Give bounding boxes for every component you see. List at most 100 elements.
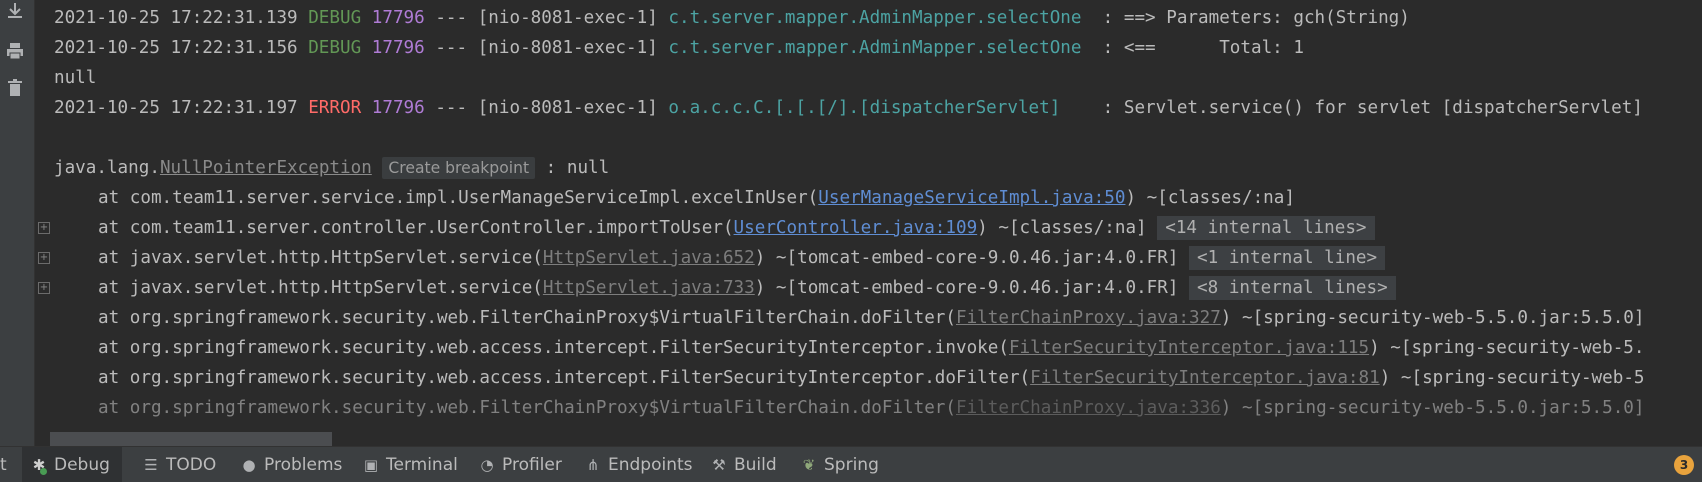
console-output[interactable]: 2021-10-25 17:22:31.139 DEBUG 17796 --- … bbox=[34, 0, 1702, 446]
terminal-icon: ▣ bbox=[363, 455, 379, 474]
source-link[interactable]: UserController.java:109 bbox=[734, 218, 978, 238]
tab-profiler[interactable]: ◔ Profiler bbox=[470, 447, 570, 482]
log-logger: c.t.server.mapper.AdminMapper.selectOne bbox=[668, 8, 1082, 28]
stack-frame: + at javax.servlet.http.HttpServlet.servi… bbox=[34, 272, 1702, 304]
tab-build[interactable]: ⚒ Build bbox=[702, 447, 785, 482]
log-pid: 17796 bbox=[371, 98, 425, 118]
profiler-icon: ◔ bbox=[480, 455, 494, 474]
tab-label: Build bbox=[734, 454, 777, 475]
source-link[interactable]: FilterSecurityInterceptor.java:81 bbox=[1030, 368, 1380, 388]
log-message: : Servlet.service() for servlet [dispatc… bbox=[1060, 98, 1643, 118]
log-thread: [nio-8081-exec-1] bbox=[477, 98, 658, 118]
source-link[interactable]: FilterSecurityInterceptor.java:115 bbox=[1009, 338, 1369, 358]
stack-frame-method: at javax.servlet.http.HttpServlet.servic… bbox=[98, 278, 543, 298]
log-level: DEBUG bbox=[308, 8, 362, 28]
log-plain-text: null bbox=[54, 68, 97, 88]
stack-frame-method: at javax.servlet.http.HttpServlet.servic… bbox=[98, 248, 543, 268]
log-line: 2021-10-25 17:22:31.156 DEBUG 17796 --- … bbox=[34, 32, 1702, 64]
tab-endpoints[interactable]: ⋔ Endpoints bbox=[576, 447, 701, 482]
source-link[interactable]: HttpServlet.java:733 bbox=[543, 278, 755, 298]
print-icon[interactable] bbox=[2, 38, 28, 64]
source-link[interactable]: FilterChainProxy.java:336 bbox=[956, 398, 1221, 418]
trash-icon[interactable] bbox=[2, 75, 28, 101]
stack-frame-jar: ) ~[spring-security-web-5. bbox=[1369, 338, 1645, 358]
tab-spring[interactable]: ❦ Spring bbox=[792, 447, 887, 482]
tab-label: Problems bbox=[264, 454, 343, 475]
log-pid: 17796 bbox=[371, 38, 425, 58]
tab-problems[interactable]: ● Problems bbox=[232, 447, 350, 482]
log-message: : ==> Parameters: gch(String) bbox=[1081, 8, 1410, 28]
stack-frame-jar: ) ~[spring-security-web-5 bbox=[1379, 368, 1645, 388]
tab-label: Endpoints bbox=[608, 454, 693, 475]
tab-label: TODO bbox=[166, 454, 217, 475]
leaf-icon: ❦ bbox=[802, 455, 816, 474]
tab-todo[interactable]: ☰ TODO bbox=[134, 447, 224, 482]
download-icon[interactable] bbox=[2, 0, 28, 24]
stack-frame: at com.team11.server.service.impl.UserMa… bbox=[34, 182, 1702, 214]
warning-icon: ● bbox=[242, 455, 256, 474]
log-thread: [nio-8081-exec-1] bbox=[477, 38, 658, 58]
log-logger: o.a.c.c.C.[.[.[/].[dispatcherServlet] bbox=[668, 98, 1061, 118]
log-timestamp: 2021-10-25 17:22:31.156 bbox=[54, 38, 298, 58]
list-icon: ☰ bbox=[144, 455, 158, 474]
stack-frame: at org.springframework.security.web.acce… bbox=[34, 332, 1702, 364]
tab-label: Debug bbox=[54, 454, 110, 475]
tab-truncated-label: t bbox=[0, 454, 7, 475]
log-level: DEBUG bbox=[308, 38, 362, 58]
log-thread: [nio-8081-exec-1] bbox=[477, 8, 658, 28]
create-breakpoint-button[interactable]: Create breakpoint bbox=[382, 157, 536, 179]
source-link[interactable]: FilterChainProxy.java:327 bbox=[956, 308, 1221, 328]
stack-frame-jar: ) ~[spring-security-web-5.5.0.jar:5.5.0] bbox=[1220, 308, 1645, 328]
log-line: 2021-10-25 17:22:31.139 DEBUG 17796 --- … bbox=[34, 2, 1702, 34]
log-separator: --- bbox=[435, 8, 468, 28]
tab-label: Profiler bbox=[502, 454, 562, 475]
exception-message: : null bbox=[545, 158, 610, 178]
stack-frame-jar: ) ~[classes/:na] bbox=[977, 218, 1147, 238]
expand-fold-icon[interactable]: + bbox=[38, 282, 50, 294]
log-line: null bbox=[34, 62, 1702, 94]
stack-frame-method: at org.springframework.security.web.Filt… bbox=[98, 398, 956, 418]
stack-frame-method: at com.team11.server.service.impl.UserMa… bbox=[98, 188, 819, 208]
tab-debug[interactable]: ✱ Debug bbox=[22, 447, 122, 482]
source-link[interactable]: HttpServlet.java:652 bbox=[543, 248, 755, 268]
internal-lines-fold[interactable]: <8 internal lines> bbox=[1189, 276, 1396, 300]
stack-frame: + at com.team11.server.controller.UserCon… bbox=[34, 212, 1702, 244]
stack-frame-jar: ) ~[classes/:na] bbox=[1125, 188, 1295, 208]
tool-window-bar: t ✱ Debug ☰ TODO ● Problems ▣ Terminal ◔… bbox=[0, 446, 1702, 482]
console-side-toolbar bbox=[0, 0, 35, 446]
notification-badge[interactable]: 3 bbox=[1674, 455, 1694, 475]
tab-truncated[interactable]: t bbox=[0, 447, 14, 482]
log-timestamp: 2021-10-25 17:22:31.197 bbox=[54, 98, 298, 118]
expand-fold-icon[interactable]: + bbox=[38, 222, 50, 234]
stack-frame: at org.springframework.security.web.Filt… bbox=[34, 392, 1702, 446]
exception-line: java.lang.NullPointerException Create br… bbox=[34, 152, 1702, 184]
stack-frame-method: at com.team11.server.controller.UserCont… bbox=[98, 218, 734, 238]
expand-fold-icon[interactable]: + bbox=[38, 252, 50, 264]
hammer-icon: ⚒ bbox=[712, 455, 726, 474]
endpoints-icon: ⋔ bbox=[586, 455, 600, 474]
stack-frame-jar: ) ~[tomcat-embed-core-9.0.46.jar:4.0.FR] bbox=[754, 278, 1179, 298]
bug-icon: ✱ bbox=[32, 455, 47, 475]
log-pid: 17796 bbox=[371, 8, 425, 28]
log-level: ERROR bbox=[308, 98, 362, 118]
log-line: 2021-10-25 17:22:31.197 ERROR 17796 --- … bbox=[34, 92, 1702, 124]
internal-lines-fold[interactable]: <14 internal lines> bbox=[1157, 216, 1375, 240]
exception-package: java.lang. bbox=[54, 158, 160, 178]
tab-terminal[interactable]: ▣ Terminal bbox=[354, 447, 466, 482]
source-link[interactable]: UserManageServiceImpl.java:50 bbox=[818, 188, 1125, 208]
tab-label: Terminal bbox=[386, 454, 458, 475]
internal-lines-fold[interactable]: <1 internal line> bbox=[1189, 246, 1386, 270]
stack-frame-method: at org.springframework.security.web.Filt… bbox=[98, 308, 956, 328]
stack-frame: at org.springframework.security.web.Filt… bbox=[34, 302, 1702, 334]
log-separator: --- bbox=[435, 38, 468, 58]
stack-frame-method: at org.springframework.security.web.acce… bbox=[98, 368, 1031, 388]
stack-frame-jar: ) ~[tomcat-embed-core-9.0.46.jar:4.0.FR] bbox=[754, 248, 1179, 268]
tab-label: Spring bbox=[824, 454, 879, 475]
exception-class-link[interactable]: NullPointerException bbox=[160, 158, 372, 178]
stack-frame-method: at org.springframework.security.web.acce… bbox=[98, 338, 1009, 358]
stack-frame-jar: ) ~[spring-security-web-5.5.0.jar:5.5.0] bbox=[1220, 398, 1645, 418]
log-separator: --- bbox=[435, 98, 468, 118]
stack-frame: at org.springframework.security.web.acce… bbox=[34, 362, 1702, 394]
ide-window: 2021-10-25 17:22:31.139 DEBUG 17796 --- … bbox=[0, 0, 1702, 482]
log-message: : <== Total: 1 bbox=[1081, 38, 1304, 58]
